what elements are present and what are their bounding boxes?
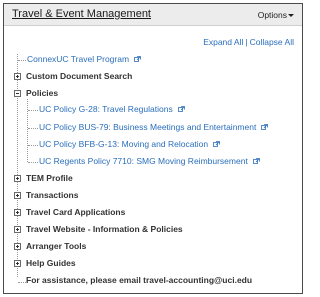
plus-box-icon[interactable] <box>14 209 21 216</box>
policy-bfb-g13-label: UC Policy BFB-G-13: Moving and Relocatio… <box>39 139 209 149</box>
options-menu-button[interactable]: Options <box>258 10 294 20</box>
policy-g28-link[interactable]: UC Policy G-28: Travel Regulations <box>39 104 185 114</box>
collapse-all-link[interactable]: Collapse All <box>250 37 294 47</box>
custom-document-search-label[interactable]: Custom Document Search <box>26 71 132 81</box>
external-link-icon <box>252 157 260 164</box>
options-label: Options <box>257 10 287 20</box>
travel-card-applications-label[interactable]: Travel Card Applications <box>26 207 125 217</box>
tree-branch-line <box>18 60 26 61</box>
plus-box-icon[interactable] <box>14 260 21 267</box>
tree-branch-line <box>28 128 38 129</box>
policy-bfb-g13-link[interactable]: UC Policy BFB-G-13: Moving and Relocatio… <box>39 139 221 149</box>
policies-guide-line <box>27 99 28 162</box>
plus-box-icon[interactable] <box>14 175 21 182</box>
policy-g28-label: UC Policy G-28: Travel Regulations <box>39 104 173 114</box>
external-link-icon <box>213 140 221 147</box>
external-link-icon <box>177 105 185 112</box>
tree-branch-line <box>28 145 38 146</box>
portlet-header: Travel & Event Management Options <box>4 4 302 26</box>
tree-toolbar: Expand All | Collapse All <box>203 37 294 47</box>
toolbar-separator: | <box>245 37 248 47</box>
expand-all-link[interactable]: Expand All <box>203 37 243 47</box>
tree-branch-line <box>18 282 26 283</box>
external-link-icon <box>261 123 269 130</box>
help-guides-label[interactable]: Help Guides <box>26 258 76 268</box>
connexuc-travel-program-link[interactable]: ConnexUC Travel Program <box>27 54 141 64</box>
assistance-text: For assistance, please email travel-acco… <box>26 275 253 285</box>
plus-box-icon[interactable] <box>14 73 21 80</box>
policy-bus79-label: UC Policy BUS-79: Business Meetings and … <box>39 122 257 132</box>
policy-bus79-link[interactable]: UC Policy BUS-79: Business Meetings and … <box>39 122 269 132</box>
tree-branch-line <box>28 110 38 111</box>
plus-box-icon[interactable] <box>14 243 21 250</box>
policy-7710-link[interactable]: UC Regents Policy 7710: SMG Moving Reimb… <box>39 156 260 166</box>
arranger-tools-label[interactable]: Arranger Tools <box>26 241 86 251</box>
plus-box-icon[interactable] <box>14 192 21 199</box>
tree-branch-line <box>28 162 38 163</box>
policy-7710-label: UC Regents Policy 7710: SMG Moving Reimb… <box>39 156 248 166</box>
transactions-label[interactable]: Transactions <box>26 190 78 200</box>
caret-down-icon <box>288 14 294 18</box>
plus-box-icon[interactable] <box>14 226 21 233</box>
portlet-title-link[interactable]: Travel & Event Management <box>12 8 151 20</box>
tem-profile-label[interactable]: TEM Profile <box>26 173 73 183</box>
connexuc-label: ConnexUC Travel Program <box>27 54 130 64</box>
minus-box-icon[interactable] <box>14 90 21 97</box>
travel-website-label[interactable]: Travel Website - Information & Policies <box>26 224 183 234</box>
external-link-icon <box>134 55 141 62</box>
travel-event-management-portlet: Travel & Event Management Options Expand… <box>3 3 303 294</box>
policies-label[interactable]: Policies <box>26 88 58 98</box>
